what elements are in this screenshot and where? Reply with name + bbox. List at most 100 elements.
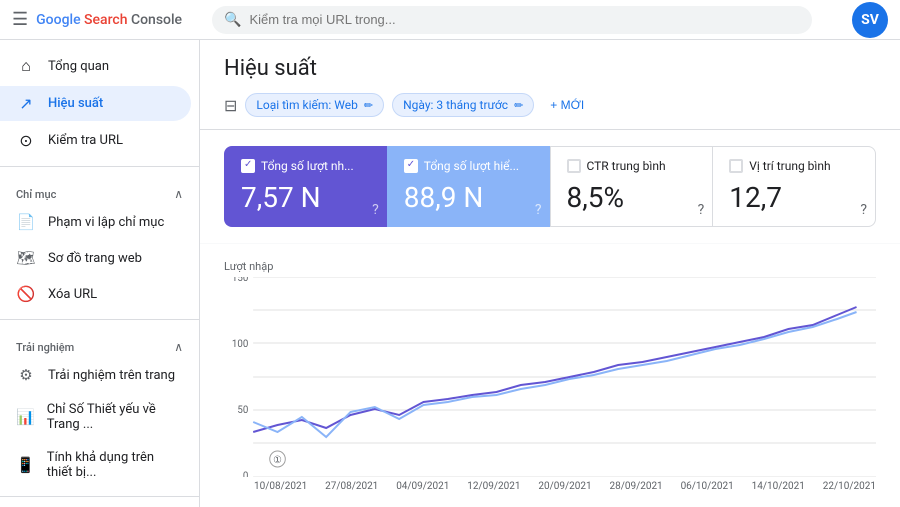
x-label-4: 20/09/2021 — [538, 481, 591, 492]
metric-label-ctr: CTR trung bình — [567, 159, 697, 173]
layout: ⌂ Tổng quan ↗ Hiệu suất ⊙ Kiểm tra URL C… — [0, 40, 900, 507]
checkbox-luot-hien[interactable] — [404, 159, 418, 173]
svg-text:0: 0 — [243, 471, 248, 477]
sidebar-item-so-do[interactable]: 🗺 Sơ đồ trang web — [0, 241, 191, 275]
top-bar-right: SV — [852, 2, 888, 38]
section-trai-nghiem-label: Trải nghiệm — [16, 341, 74, 354]
sidebar-label-so-do: Sơ đồ trang web — [48, 251, 142, 266]
mobile-icon: 📱 — [16, 456, 35, 474]
sidebar-divider-2 — [0, 319, 199, 320]
section-chi-muc: Chỉ mục ∧ — [0, 175, 199, 205]
metric-card-vi-tri[interactable]: Vị trí trung bình 12,7 ? — [712, 146, 876, 227]
brand-area: ☰ Google Search Console — [12, 9, 212, 30]
metric-label-luot-hien: Tổng số lượt hiể... — [404, 159, 534, 173]
sidebar-item-tong-quan[interactable]: ⌂ Tổng quan — [0, 48, 191, 84]
x-label-2: 04/09/2021 — [396, 481, 449, 492]
svg-text:150: 150 — [232, 277, 248, 284]
new-filter-label: + MỚI — [550, 98, 584, 112]
section-chi-muc-label: Chỉ mục — [16, 188, 56, 201]
search-icon: 🔍 — [224, 12, 241, 28]
x-label-1: 27/08/2021 — [325, 481, 378, 492]
chart-svg: 150 100 50 0 ① — [224, 277, 876, 477]
edit-icon-ngay: ✏ — [514, 99, 523, 112]
chart-x-labels: 10/08/2021 27/08/2021 04/09/2021 12/09/2… — [224, 477, 876, 492]
filter-bar: ⊟ Loại tìm kiếm: Web ✏ Ngày: 3 tháng trư… — [224, 93, 876, 129]
chart-y-label: Lượt nhập — [224, 260, 876, 273]
page-title: Hiệu suất — [224, 56, 876, 81]
main-header: Hiệu suất ⊟ Loại tìm kiếm: Web ✏ Ngày: 3… — [200, 40, 900, 130]
trending-icon: ↗ — [16, 94, 36, 113]
x-label-0: 10/08/2021 — [254, 481, 307, 492]
sidebar-divider-3 — [0, 496, 199, 497]
search-input[interactable] — [249, 12, 800, 27]
filter-chip-ngay[interactable]: Ngày: 3 tháng trước ✏ — [392, 93, 534, 117]
info-icon-luot-hien[interactable]: ? — [535, 202, 542, 218]
chart-area: Lượt nhập 150 100 50 0 — [200, 244, 900, 507]
metric-card-ctr[interactable]: CTR trung bình 8,5% ? — [550, 146, 713, 227]
info-icon-vi-tri[interactable]: ? — [860, 202, 867, 218]
sidebar-item-chi-so[interactable]: 📊 Chỉ Số Thiết yếu về Trang ... — [0, 394, 191, 440]
sidebar-label-chi-so: Chỉ Số Thiết yếu về Trang ... — [47, 402, 175, 432]
sidebar-item-hieu-suat[interactable]: ↗ Hiệu suất — [0, 86, 191, 121]
sidebar-item-pham-vi[interactable]: 📄 Phạm vi lập chỉ mục — [0, 205, 191, 239]
metric-value-ctr: 8,5% — [567, 181, 697, 214]
logo-avatar[interactable]: SV — [852, 2, 888, 38]
edit-icon-loai: ✏ — [364, 99, 373, 112]
sidebar-label-kiem-tra-url: Kiểm tra URL — [48, 133, 123, 148]
filter-icon: ⊟ — [224, 96, 237, 115]
metric-label-text-luot-nhap: Tổng số lượt nh... — [261, 159, 354, 173]
metrics-row: Tổng số lượt nh... 7,57 N ? Tổng số lượt… — [200, 130, 900, 243]
sitemap-icon: 🗺 — [16, 249, 36, 267]
x-label-8: 22/10/2021 — [823, 481, 876, 492]
svg-text:100: 100 — [232, 339, 248, 350]
brand-console: Console — [131, 12, 182, 28]
sidebar-label-trai-nghiem: Trải nghiệm trên trang — [48, 368, 175, 383]
sidebar-item-xoa-url[interactable]: 🚫 Xóa URL — [0, 277, 191, 311]
experience-icon: ⚙ — [16, 366, 36, 384]
new-filter-button[interactable]: + MỚI — [542, 94, 592, 116]
sidebar-label-hieu-suat: Hiệu suất — [48, 96, 103, 111]
home-icon: ⌂ — [16, 56, 36, 76]
sidebar-item-kiem-tra-url[interactable]: ⊙ Kiểm tra URL — [0, 123, 191, 158]
info-icon-luot-nhap[interactable]: ? — [372, 202, 379, 218]
filter-chip-loai-tim-kiem[interactable]: Loại tìm kiếm: Web ✏ — [245, 93, 384, 117]
metric-value-luot-hien: 88,9 N — [404, 181, 534, 214]
sidebar-label-xoa-url: Xóa URL — [48, 287, 97, 302]
checkbox-luot-nhap[interactable] — [241, 159, 255, 173]
checkbox-ctr[interactable] — [567, 159, 581, 173]
sidebar-label-tong-quan: Tổng quan — [48, 59, 109, 74]
metric-card-luot-hien[interactable]: Tổng số lượt hiể... 88,9 N ? — [387, 146, 550, 227]
metric-label-luot-nhap: Tổng số lượt nh... — [241, 159, 371, 173]
metric-label-vi-tri: Vị trí trung bình — [729, 159, 859, 173]
chevron-up-icon[interactable]: ∧ — [174, 187, 183, 201]
svg-text:50: 50 — [237, 405, 248, 416]
sidebar-item-tinh-kha-dung[interactable]: 📱 Tính khả dụng trên thiết bị... — [0, 442, 191, 488]
chart-container: 150 100 50 0 ① — [224, 277, 876, 477]
file-icon: 📄 — [16, 213, 36, 231]
chevron-up-icon-2[interactable]: ∧ — [174, 340, 183, 354]
top-bar: ☰ Google Search Console 🔍 SV — [0, 0, 900, 40]
section-trai-nghiem: Trải nghiệm ∧ — [0, 328, 199, 358]
sidebar-item-trai-nghiem-trang[interactable]: ⚙ Trải nghiệm trên trang — [0, 358, 191, 392]
x-label-7: 14/10/2021 — [752, 481, 805, 492]
sidebar-divider-1 — [0, 166, 199, 167]
hamburger-icon[interactable]: ☰ — [12, 9, 28, 30]
search-circle-icon: ⊙ — [16, 131, 36, 150]
metric-card-luot-nhap[interactable]: Tổng số lượt nh... 7,57 N ? — [224, 146, 387, 227]
x-label-6: 06/10/2021 — [681, 481, 734, 492]
metric-label-text-ctr: CTR trung bình — [587, 159, 666, 173]
main-content: Hiệu suất ⊟ Loại tìm kiếm: Web ✏ Ngày: 3… — [200, 40, 900, 507]
x-label-3: 12/09/2021 — [467, 481, 520, 492]
metrics-icon: 📊 — [16, 408, 35, 426]
logo-text: SV — [861, 12, 879, 28]
checkbox-vi-tri[interactable] — [729, 159, 743, 173]
search-bar[interactable]: 🔍 — [212, 6, 812, 34]
x-label-5: 28/09/2021 — [609, 481, 662, 492]
filter-chip-loai-label: Loại tìm kiếm: Web — [256, 98, 357, 112]
remove-icon: 🚫 — [16, 285, 36, 303]
info-icon-ctr[interactable]: ? — [698, 202, 705, 218]
svg-text:①: ① — [273, 455, 282, 466]
metric-label-text-luot-hien: Tổng số lượt hiể... — [424, 159, 519, 173]
sidebar: ⌂ Tổng quan ↗ Hiệu suất ⊙ Kiểm tra URL C… — [0, 40, 200, 507]
brand-search: Search — [84, 12, 127, 28]
